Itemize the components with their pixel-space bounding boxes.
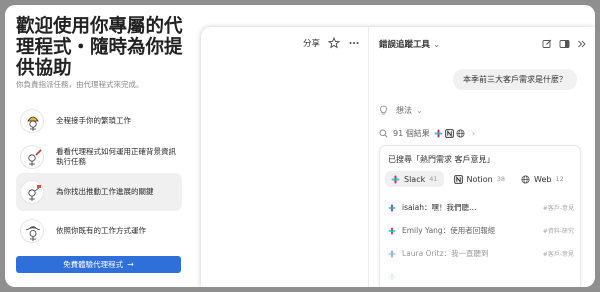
worker-avatar-icon bbox=[20, 109, 44, 133]
result-item[interactable]: Emily Yang：使用者回報經 #資料-研究 bbox=[388, 219, 574, 242]
slack-icon bbox=[388, 226, 396, 235]
star-icon[interactable] bbox=[328, 37, 340, 49]
step-label: 為你找出推動工作進展的關鍵 bbox=[56, 186, 154, 196]
source-tab-notion[interactable]: Notion 38 bbox=[448, 171, 511, 187]
try-agent-button-label: 免費體驗代理程式 bbox=[63, 260, 124, 269]
step-item-progress[interactable]: 為你找出推動工作進展的關鍵 bbox=[16, 173, 182, 211]
source-tab-slack[interactable]: Slack 41 bbox=[385, 171, 444, 187]
source-name: Web bbox=[534, 174, 552, 184]
thinking-label: 想法 bbox=[396, 106, 412, 115]
user-message-bubble: 本季前三大客戶需求是什麼？ bbox=[453, 69, 577, 90]
document-pane: 分享 bbox=[201, 27, 369, 287]
chevron-down-icon: ⌄ bbox=[416, 106, 423, 115]
step-label: 全程接手你的繁瑣工作 bbox=[56, 115, 131, 125]
globe-icon bbox=[456, 129, 465, 138]
onboarding-title: 歡迎使用你專屬的代理程式・隨時為你提供協助 bbox=[16, 16, 183, 79]
more-icon[interactable] bbox=[348, 37, 360, 49]
lightbulb-icon bbox=[380, 105, 387, 115]
result-channel: #客戶-意見 bbox=[542, 205, 574, 212]
sidebar-title-dropdown[interactable]: 錯誤追蹤工具 ⌄ bbox=[379, 38, 440, 50]
step-item-workload[interactable]: 全程接手你的繁瑣工作 bbox=[16, 102, 182, 140]
source-count: 38 bbox=[496, 175, 505, 183]
slack-icon bbox=[434, 129, 443, 138]
notion-icon bbox=[453, 174, 463, 184]
panel-toggle-icon[interactable] bbox=[559, 39, 570, 49]
sidebar-header: 錯誤追蹤工具 ⌄ bbox=[379, 37, 587, 51]
search-icon bbox=[379, 129, 388, 138]
results-toggle[interactable]: 91 個結果 › bbox=[379, 128, 475, 139]
sidebar-header-icons bbox=[542, 39, 587, 49]
results-count-label: 91 個結果 bbox=[393, 129, 430, 138]
chevron-down-icon: ⌄ bbox=[433, 40, 441, 50]
result-item[interactable]: isaiah：嘿！我們聽… #客戶-意見 bbox=[388, 196, 574, 219]
result-text: isaiah：嘿！我們聽… bbox=[402, 203, 477, 212]
step-label: 看看代理程式如何運用正確背景資訊執行任務 bbox=[56, 146, 176, 167]
searched-query-label: 已搜尋「熱門需求 客戶意見」 bbox=[388, 155, 495, 164]
notion-icon bbox=[444, 129, 454, 138]
slack-icon bbox=[391, 175, 400, 183]
result-channel: #資料-研究 bbox=[542, 228, 574, 235]
presenter-avatar-icon bbox=[20, 180, 44, 204]
edit-icon[interactable] bbox=[542, 39, 552, 49]
document-toolbar: 分享 bbox=[303, 37, 360, 49]
search-results-card: 已搜尋「熱門需求 客戶意見」 Slack 41 Notion 38 Web 12… bbox=[379, 145, 581, 287]
source-filter-tabs: Slack 41 Notion 38 Web 12 bbox=[385, 171, 570, 187]
step-item-context[interactable]: 看看代理程式如何運用正確背景資訊執行任務 bbox=[16, 138, 182, 176]
source-name: Notion bbox=[466, 174, 493, 184]
source-count: 41 bbox=[429, 175, 438, 183]
sidebar-title: 錯誤追蹤工具 bbox=[379, 40, 431, 50]
slack-icon bbox=[388, 203, 396, 212]
arrow-right-icon: → bbox=[127, 260, 134, 269]
thinking-toggle[interactable]: 想法 ⌄ bbox=[379, 105, 423, 116]
globe-icon bbox=[521, 175, 530, 183]
collapse-icon[interactable] bbox=[577, 39, 587, 49]
share-button[interactable]: 分享 bbox=[303, 37, 320, 49]
onboarding-pane: 歡迎使用你專屬的代理程式・隨時為你提供協助 你負責指派任務，由代理程式來完成。 … bbox=[5, 5, 195, 287]
app-preview-window: 分享 錯誤追蹤工具 ⌄ 本季前三大客戶需求是什麼？ 想法 ⌄ 91 個結果 › … bbox=[201, 27, 595, 287]
onboarding-modal: 歡迎使用你專屬的代理程式・隨時為你提供協助 你負責指派任務，由代理程式來完成。 … bbox=[5, 5, 595, 287]
chevron-right-icon: › bbox=[471, 129, 475, 138]
source-count: 12 bbox=[555, 175, 564, 183]
step-item-workflow[interactable]: 依照你既有的工作方式運作 bbox=[16, 212, 182, 250]
artist-avatar-icon bbox=[20, 145, 44, 169]
agent-sidebar: 錯誤追蹤工具 ⌄ 本季前三大客戶需求是什麼？ 想法 ⌄ 91 個結果 › 已搜尋… bbox=[369, 27, 595, 287]
fade-overlay bbox=[380, 254, 580, 287]
source-tab-web[interactable]: Web 12 bbox=[515, 171, 570, 187]
onboarding-subtitle: 你負責指派任務，由代理程式來完成。 bbox=[16, 80, 144, 89]
try-agent-button[interactable]: 免費體驗代理程式 → bbox=[16, 256, 181, 273]
source-name: Slack bbox=[404, 174, 426, 184]
result-text: Emily Yang：使用者回報經 bbox=[402, 226, 496, 235]
step-label: 依照你既有的工作方式運作 bbox=[56, 225, 146, 235]
cowboy-avatar-icon bbox=[20, 219, 44, 243]
